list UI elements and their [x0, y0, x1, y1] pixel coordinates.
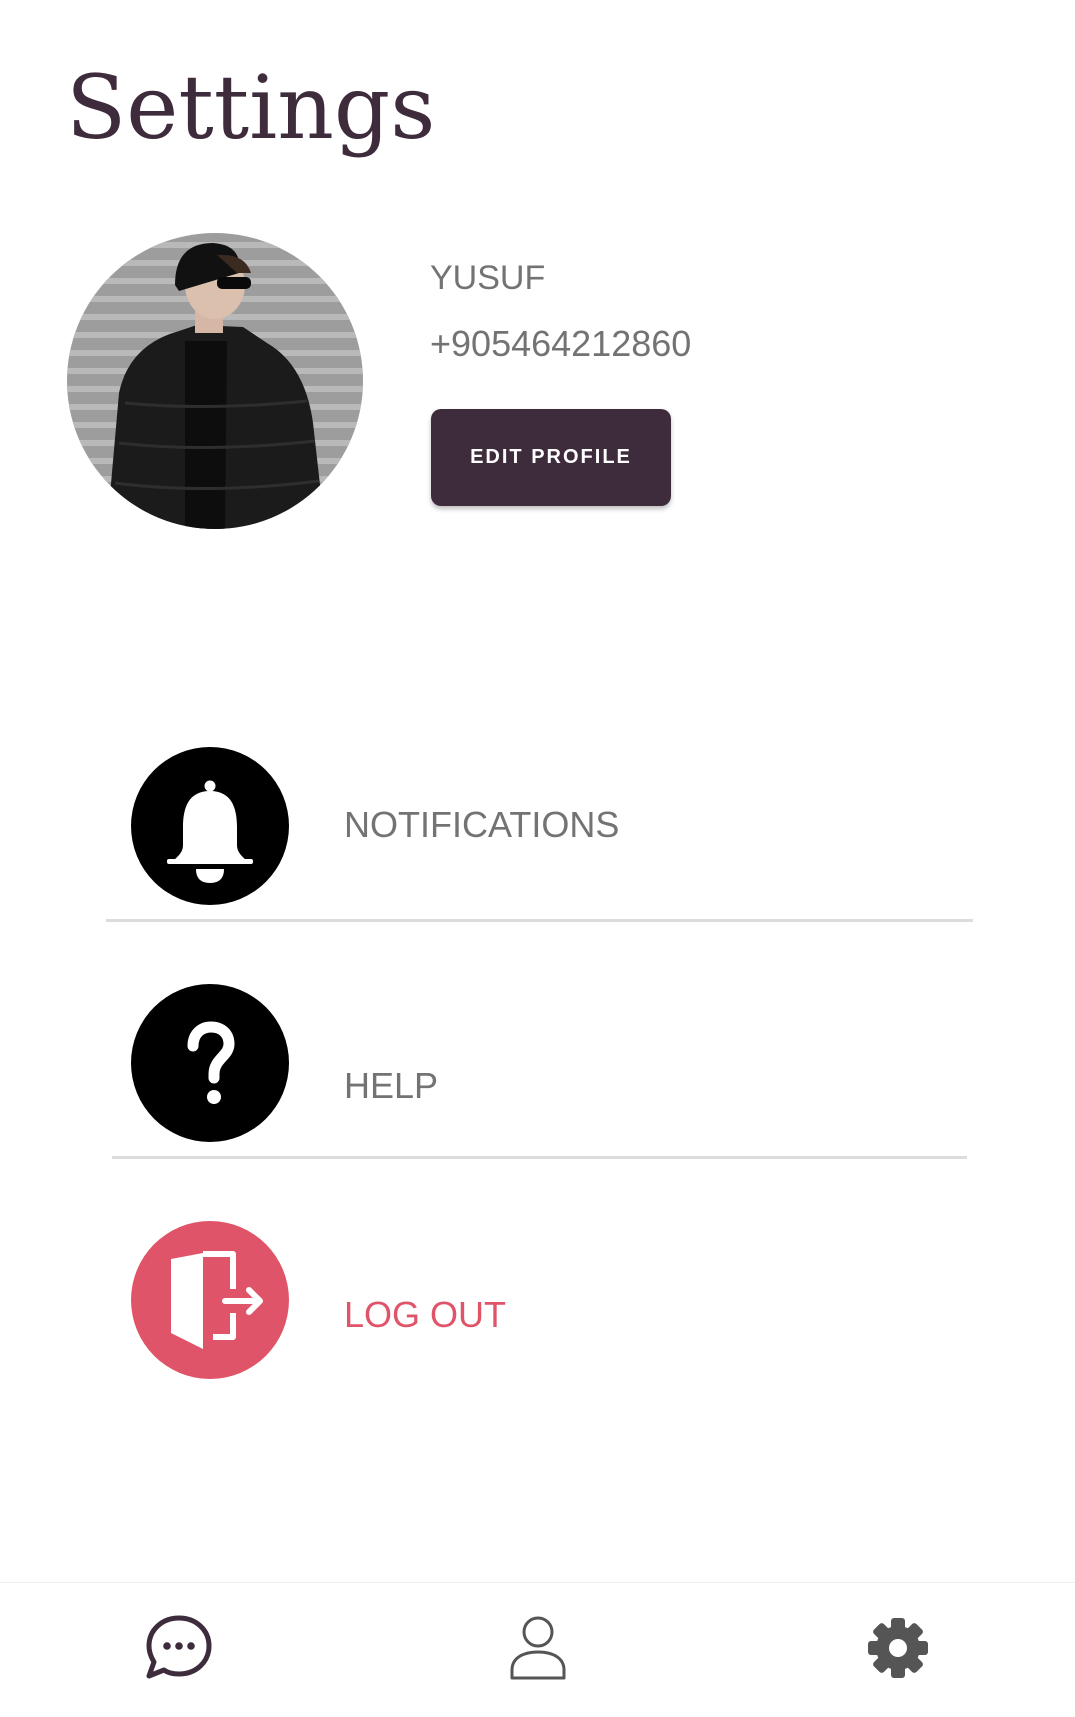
chat-bubble-icon — [146, 1615, 212, 1679]
menu-item-logout[interactable]: LOG OUT — [100, 1221, 980, 1391]
bottom-navigation — [0, 1582, 1075, 1717]
menu-label-logout: LOG OUT — [344, 1294, 507, 1335]
menu-label-notifications: NOTIFICATIONS — [344, 804, 620, 845]
bell-icon — [131, 747, 289, 905]
menu-label-help: HELP — [344, 1065, 439, 1106]
menu-item-notifications[interactable]: NOTIFICATIONS — [100, 747, 980, 917]
question-mark-icon — [131, 984, 289, 1142]
person-icon — [510, 1616, 566, 1680]
edit-profile-button[interactable]: EDIT PROFILE — [431, 409, 671, 506]
nav-settings-button[interactable] — [858, 1608, 938, 1688]
nav-profile-button[interactable] — [498, 1608, 578, 1688]
profile-phone: +905464212860 — [430, 323, 692, 364]
divider — [112, 1156, 967, 1159]
nav-chats-button[interactable] — [139, 1608, 219, 1688]
profile-name: YUSUF — [430, 259, 546, 297]
avatar — [67, 233, 363, 529]
divider — [106, 919, 973, 922]
exit-door-icon — [131, 1221, 289, 1379]
gear-icon — [868, 1618, 928, 1678]
menu-item-help[interactable]: HELP — [100, 984, 980, 1154]
page-title: Settings — [66, 56, 436, 159]
